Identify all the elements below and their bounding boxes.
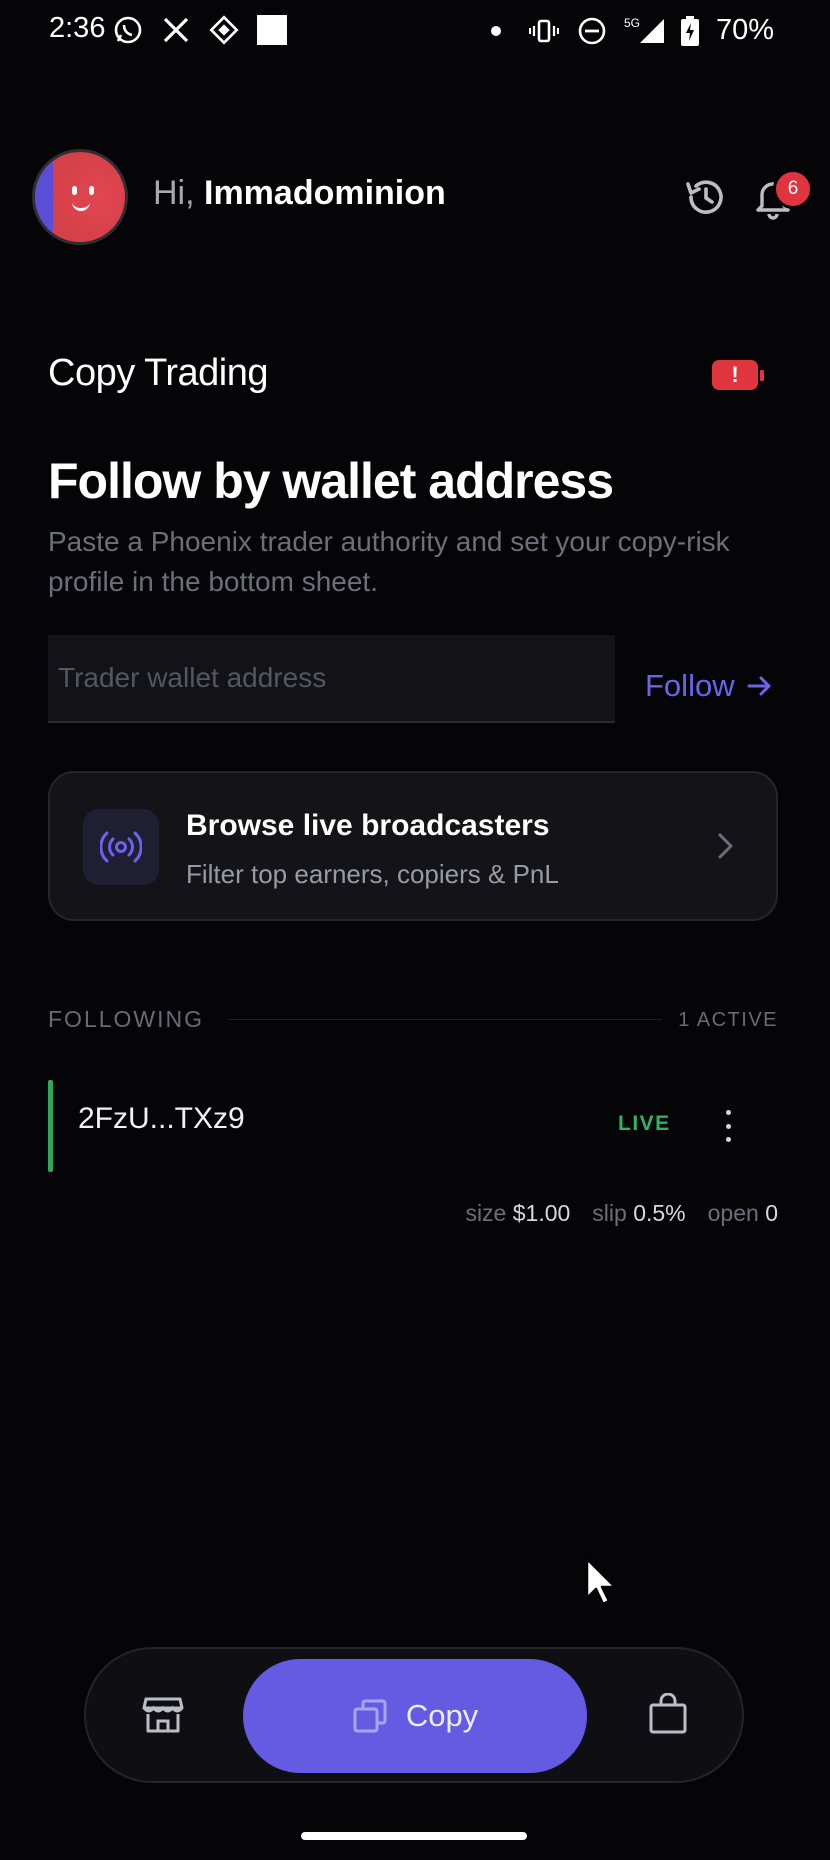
stat-open: open 0 bbox=[708, 1200, 778, 1227]
bag-icon[interactable] bbox=[648, 1692, 688, 1735]
stat-slip-value: 0.5% bbox=[633, 1200, 686, 1226]
chevron-right-icon bbox=[712, 831, 738, 861]
status-right-icons: 5G 70% bbox=[480, 14, 774, 47]
broadcast-icon bbox=[83, 809, 159, 885]
alert-badge[interactable]: ! bbox=[712, 360, 764, 390]
whatsapp-icon bbox=[112, 14, 144, 46]
trader-status-accent bbox=[48, 1080, 53, 1172]
stat-slip: slip 0.5% bbox=[592, 1200, 685, 1227]
dnd-icon bbox=[576, 15, 608, 47]
copy-tab-label: Copy bbox=[405, 1698, 479, 1733]
stat-size-value: $1.00 bbox=[512, 1200, 571, 1226]
alert-symbol: ! bbox=[731, 362, 739, 387]
follow-label: Follow bbox=[645, 668, 735, 703]
x-icon bbox=[160, 14, 192, 46]
stat-open-label: open bbox=[707, 1200, 759, 1226]
follow-heading: Follow by wallet address bbox=[48, 453, 614, 509]
notification-count-badge: 6 bbox=[773, 169, 813, 209]
avatar[interactable] bbox=[32, 149, 128, 245]
live-status-badge: LIVE bbox=[618, 1112, 671, 1135]
vibrate-icon bbox=[528, 15, 560, 47]
status-left-icons bbox=[112, 14, 288, 46]
history-icon[interactable] bbox=[682, 174, 728, 220]
wallet-address-input[interactable] bbox=[48, 635, 615, 723]
page-title: Copy Trading bbox=[48, 352, 269, 394]
bottom-nav: Copy bbox=[84, 1647, 744, 1783]
follow-description: Paste a Phoenix trader authority and set… bbox=[48, 526, 730, 597]
stat-size-label: size bbox=[465, 1200, 507, 1226]
copy-tab-button[interactable]: Copy bbox=[243, 1659, 587, 1773]
browse-title: Browse live broadcasters bbox=[186, 809, 550, 842]
stat-slip-label: slip bbox=[592, 1200, 627, 1226]
browse-broadcasters-card[interactable]: Browse live broadcasters Filter top earn… bbox=[48, 771, 778, 921]
home-indicator[interactable] bbox=[301, 1832, 527, 1840]
stat-size: size $1.00 bbox=[465, 1200, 570, 1227]
greeting: Hi, Immadominion bbox=[153, 174, 446, 213]
copy-icon bbox=[353, 1699, 387, 1733]
greeting-prefix: Hi, bbox=[153, 174, 204, 212]
mouse-cursor-icon bbox=[584, 1556, 620, 1608]
active-count: 1 ACTIVE bbox=[678, 1009, 778, 1031]
app-icon bbox=[208, 14, 240, 46]
following-label: FOLLOWING bbox=[48, 1006, 205, 1032]
user-name: Immadominion bbox=[204, 174, 446, 212]
square-icon bbox=[256, 14, 288, 46]
following-divider bbox=[228, 1019, 662, 1020]
arrow-right-icon bbox=[747, 676, 771, 696]
status-time: 2:36 bbox=[49, 12, 106, 44]
trader-address: 2FzU...TXz9 bbox=[78, 1102, 245, 1135]
trader-row[interactable]: 2FzU...TXz9 LIVE bbox=[48, 1080, 778, 1172]
battery-charging-icon bbox=[680, 15, 700, 47]
stat-open-value: 0 bbox=[765, 1200, 778, 1226]
browse-subtitle: Filter top earners, copiers & PnL bbox=[186, 859, 559, 889]
signal-icon: 5G bbox=[624, 15, 664, 47]
battery-level: 70% bbox=[715, 14, 774, 46]
trader-stats: size $1.00 slip 0.5% open 0 bbox=[465, 1200, 778, 1227]
store-icon[interactable] bbox=[142, 1695, 184, 1735]
more-options-icon[interactable] bbox=[716, 1106, 740, 1146]
dot-icon bbox=[480, 15, 512, 47]
follow-button[interactable]: Follow bbox=[645, 668, 773, 704]
